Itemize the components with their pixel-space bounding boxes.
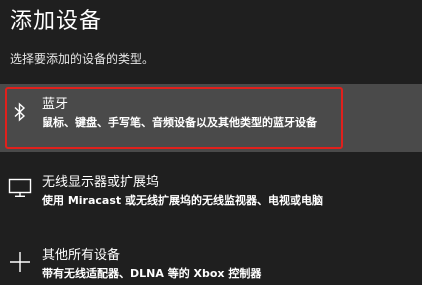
option-other-devices[interactable]: 其他所有设备 带有无线适配器、DLNA 等的 Xbox 控制器 <box>0 240 422 285</box>
option-wireless-display-description: 使用 Miracast 或无线扩展坞的无线监视器、电视或电脑 <box>42 194 323 207</box>
plus-icon <box>6 248 34 276</box>
option-bluetooth-description: 鼠标、键盘、手写笔、音频设备以及其他类型的蓝牙设备 <box>42 116 317 129</box>
option-other-devices-description: 带有无线适配器、DLNA 等的 Xbox 控制器 <box>42 267 262 280</box>
option-bluetooth[interactable]: 蓝牙 鼠标、键盘、手写笔、音频设备以及其他类型的蓝牙设备 <box>0 84 422 152</box>
option-wireless-display[interactable]: 无线显示器或扩展坞 使用 Miracast 或无线扩展坞的无线监视器、电视或电脑 <box>0 162 422 222</box>
monitor-icon <box>6 174 34 202</box>
page-title: 添加设备 <box>10 9 103 34</box>
option-bluetooth-title: 蓝牙 <box>42 97 69 112</box>
option-other-devices-title: 其他所有设备 <box>42 248 121 263</box>
page-subtitle: 选择要添加的设备的类型。 <box>10 52 155 66</box>
option-wireless-display-title: 无线显示器或扩展坞 <box>42 175 160 190</box>
bluetooth-icon <box>6 98 34 126</box>
